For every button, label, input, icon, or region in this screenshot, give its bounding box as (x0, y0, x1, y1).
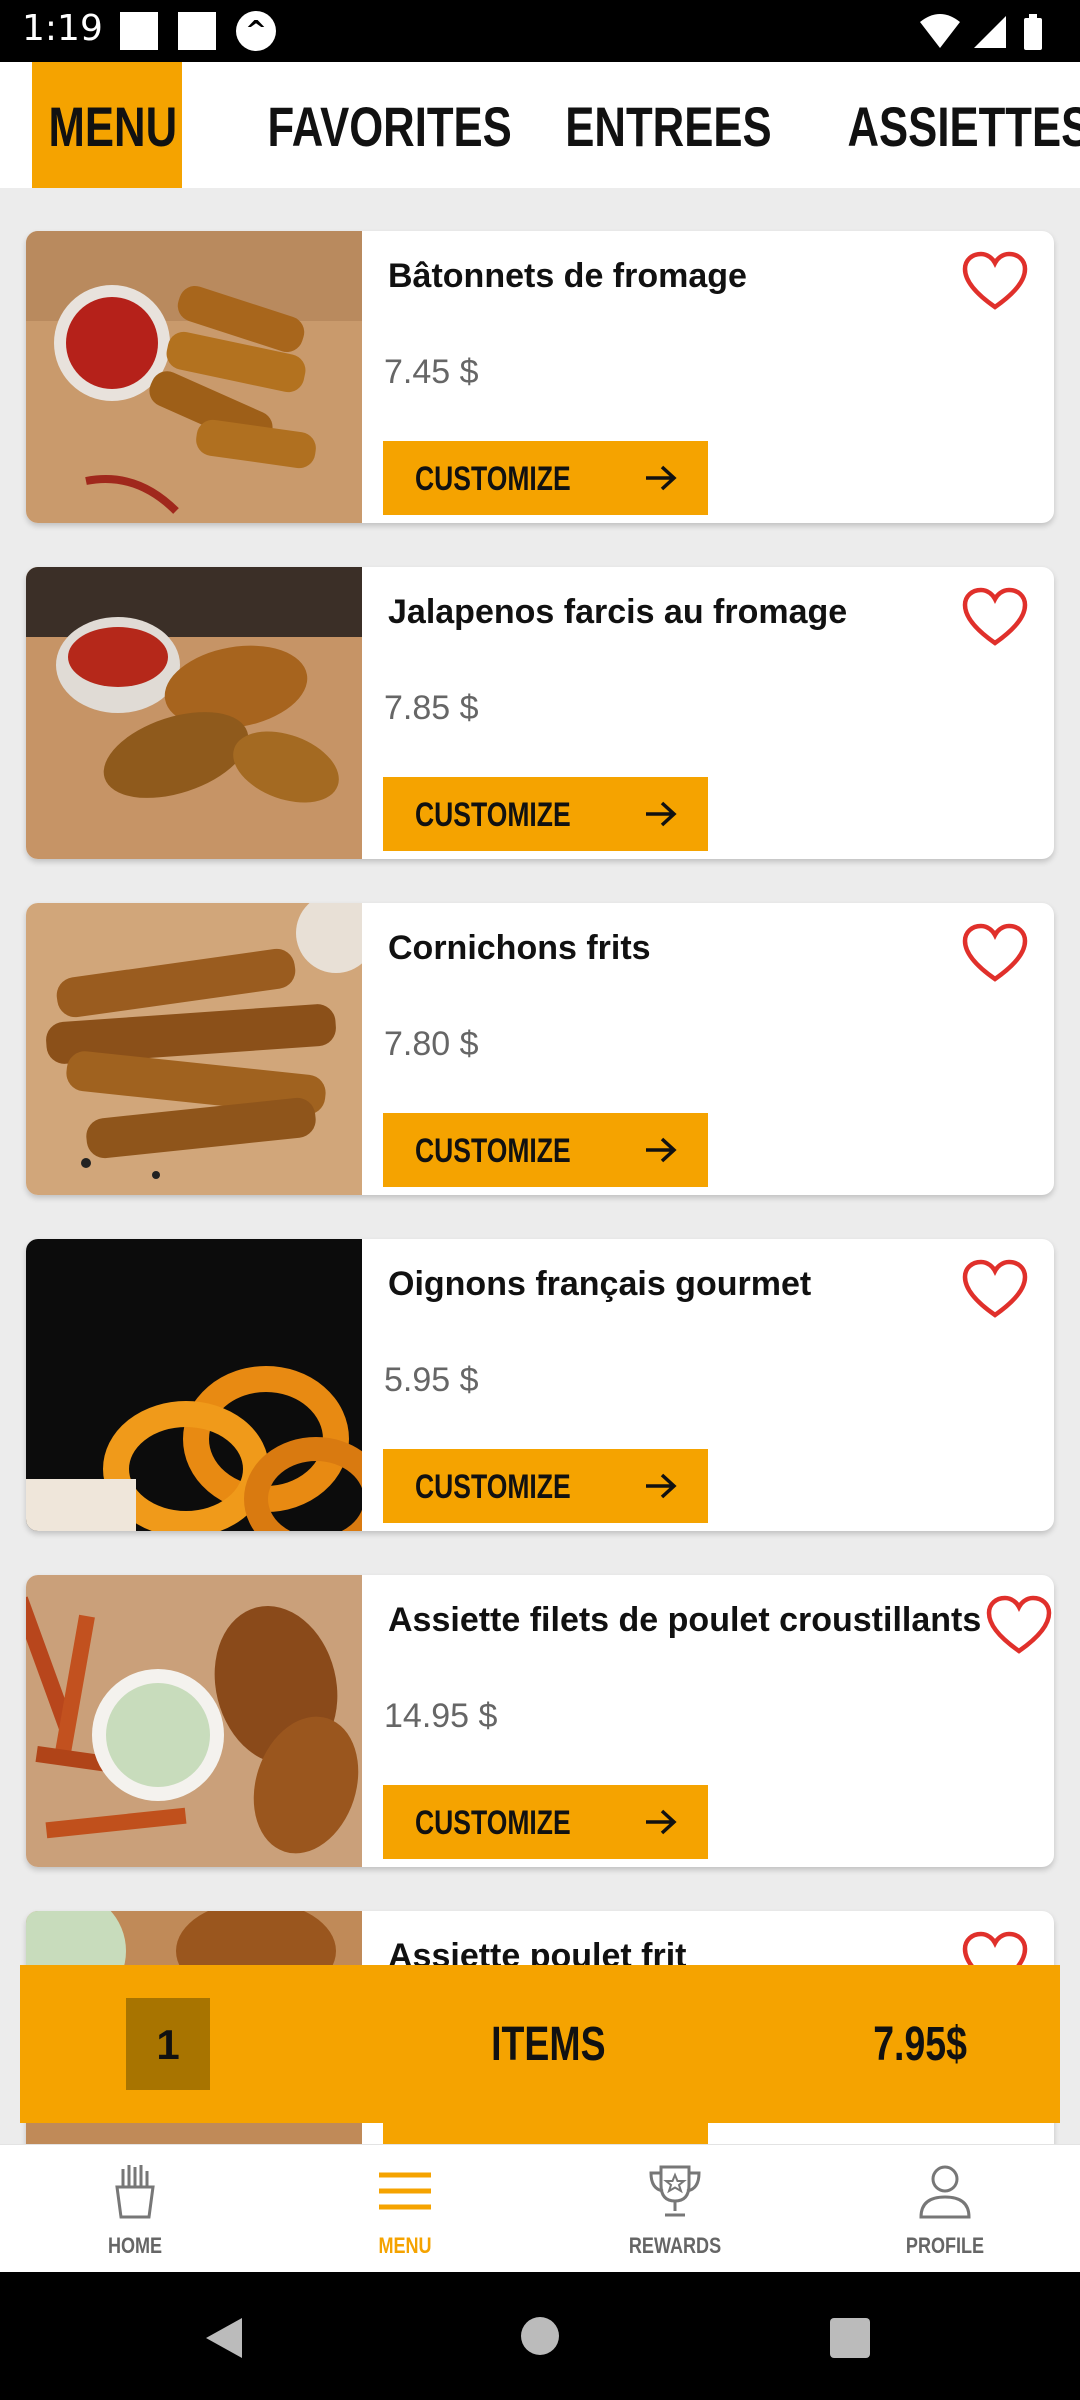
item-price: 7.85 $ (384, 689, 479, 727)
arrow-right-icon (646, 1137, 677, 1163)
favorite-heart-icon[interactable] (962, 587, 1028, 647)
item-name: Oignons français gourmet (388, 1265, 812, 1303)
tab-entrees[interactable]: ENTREES (565, 62, 771, 188)
cart-total: 7.95$ (873, 2018, 967, 2071)
customize-label: CUSTOMIZE (415, 1804, 571, 1842)
cart-items-label: ITEMS (491, 2018, 606, 2071)
bottom-navigation: HOME MENU REWARDS PROFILE (0, 2144, 1080, 2273)
back-icon[interactable] (204, 2316, 244, 2360)
nav-rewards[interactable]: REWARDS (575, 2145, 775, 2273)
tab-menu[interactable]: MENU (49, 62, 178, 188)
customize-label: CUSTOMIZE (415, 1468, 571, 1506)
system-navigation-bar (0, 2272, 1080, 2400)
item-price: 14.95 $ (384, 1697, 498, 1735)
arrow-right-icon (646, 1473, 677, 1499)
item-name: Assiette filets de poulet croustillants (388, 1601, 982, 1639)
customize-label: CUSTOMIZE (415, 1132, 571, 1170)
nav-menu[interactable]: MENU (305, 2145, 505, 2273)
menu-item-card[interactable]: Cornichons frits 7.80 $ CUSTOMIZE (26, 903, 1054, 1195)
customize-label: CUSTOMIZE (415, 796, 571, 834)
favorite-heart-icon[interactable] (986, 1595, 1052, 1655)
customize-button[interactable]: CUSTOMIZE (383, 1785, 708, 1859)
item-name: Bâtonnets de fromage (388, 257, 747, 295)
item-price: 7.80 $ (384, 1025, 479, 1063)
arrow-right-icon (646, 1809, 677, 1835)
item-name: Cornichons frits (388, 929, 651, 967)
favorite-heart-icon[interactable] (962, 251, 1028, 311)
nav-home-label: HOME (107, 2233, 163, 2258)
person-icon (919, 2165, 971, 2219)
nav-menu-label: MENU (378, 2233, 432, 2258)
favorite-heart-icon[interactable] (962, 923, 1028, 983)
nav-home[interactable]: HOME (35, 2145, 235, 2273)
status-time: 1:19 (22, 8, 103, 49)
trophy-icon (649, 2165, 701, 2217)
nav-profile[interactable]: PROFILE (845, 2145, 1045, 2273)
notification-icon (120, 12, 158, 50)
menu-item-card[interactable]: Bâtonnets de fromage 7.45 $ CUSTOMIZE (26, 231, 1054, 523)
status-bar: 1:19 ^ (0, 0, 1080, 62)
cart-bar[interactable]: 1 ITEMS 7.95$ (20, 1965, 1060, 2123)
customize-button[interactable]: CUSTOMIZE (383, 441, 708, 515)
menu-icon (379, 2172, 431, 2210)
nav-profile-label: PROFILE (905, 2233, 985, 2258)
menu-item-card[interactable]: Oignons français gourmet 5.95 $ CUSTOMIZ… (26, 1239, 1054, 1531)
jalapeno-poppers-photo (26, 567, 362, 859)
app-notification-icon: ^ (236, 11, 276, 51)
category-tabs: MENU FAVORITES ENTREES ASSIETTES (0, 62, 1080, 188)
item-price: 7.45 $ (384, 353, 479, 391)
customize-label: CUSTOMIZE (415, 460, 571, 498)
tab-favorites[interactable]: FAVORITES (268, 62, 512, 188)
menu-item-card[interactable]: Jalapenos farcis au fromage 7.85 $ CUSTO… (26, 567, 1054, 859)
recents-icon[interactable] (830, 2318, 870, 2358)
arrow-right-icon (646, 801, 677, 827)
customize-button[interactable]: CUSTOMIZE (383, 777, 708, 851)
tab-assiettes[interactable]: ASSIETTES (848, 62, 1080, 188)
item-price: 5.95 $ (384, 1361, 479, 1399)
fried-pickles-photo (26, 903, 362, 1195)
notification-icon (178, 12, 216, 50)
signal-icon (974, 16, 1006, 48)
home-circle-icon[interactable] (520, 2316, 560, 2356)
customize-button[interactable]: CUSTOMIZE (383, 1449, 708, 1523)
favorite-heart-icon[interactable] (962, 1259, 1028, 1319)
nav-rewards-label: REWARDS (628, 2233, 722, 2258)
mozzarella-sticks-photo (26, 231, 362, 523)
battery-icon (1024, 18, 1042, 50)
onion-rings-photo (26, 1239, 362, 1531)
cart-quantity: 1 (126, 1998, 210, 2090)
customize-button[interactable]: CUSTOMIZE (383, 1113, 708, 1187)
arrow-right-icon (646, 465, 677, 491)
chicken-tenders-plate-photo (26, 1575, 362, 1867)
system-status-icons (920, 14, 1042, 50)
fries-icon (115, 2165, 155, 2219)
menu-item-card[interactable]: Assiette filets de poulet croustillants … (26, 1575, 1054, 1867)
wifi-icon (920, 14, 960, 48)
item-name: Jalapenos farcis au fromage (388, 593, 848, 631)
